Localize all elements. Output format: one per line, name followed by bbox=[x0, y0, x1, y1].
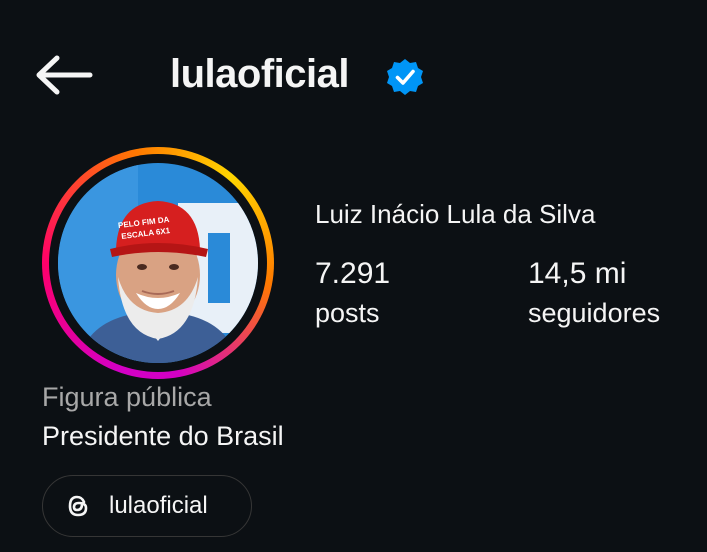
threads-icon bbox=[63, 491, 93, 521]
profile-full-name: Luiz Inácio Lula da Silva bbox=[315, 199, 596, 229]
profile-bio: Presidente do Brasil bbox=[42, 421, 284, 451]
arrow-left-icon bbox=[36, 55, 93, 95]
followers-count[interactable]: 14,5 mi bbox=[528, 256, 626, 292]
profile-category: Figura pública bbox=[42, 382, 212, 412]
threads-link-button[interactable]: lulaoficial bbox=[42, 475, 252, 537]
verified-badge-icon bbox=[387, 59, 423, 95]
back-button[interactable] bbox=[30, 50, 96, 100]
posts-label[interactable]: posts bbox=[315, 297, 380, 329]
threads-username: lulaoficial bbox=[109, 492, 208, 519]
story-ring[interactable]: PELO FIM DA ESCALA 6X1 bbox=[42, 147, 274, 379]
profile-username-title: lulaoficial bbox=[170, 52, 350, 96]
avatar[interactable]: PELO FIM DA ESCALA 6X1 bbox=[58, 163, 258, 363]
posts-count[interactable]: 7.291 bbox=[315, 256, 390, 292]
followers-label[interactable]: seguidores bbox=[528, 297, 660, 329]
avatar-frame: PELO FIM DA ESCALA 6X1 bbox=[49, 154, 267, 372]
